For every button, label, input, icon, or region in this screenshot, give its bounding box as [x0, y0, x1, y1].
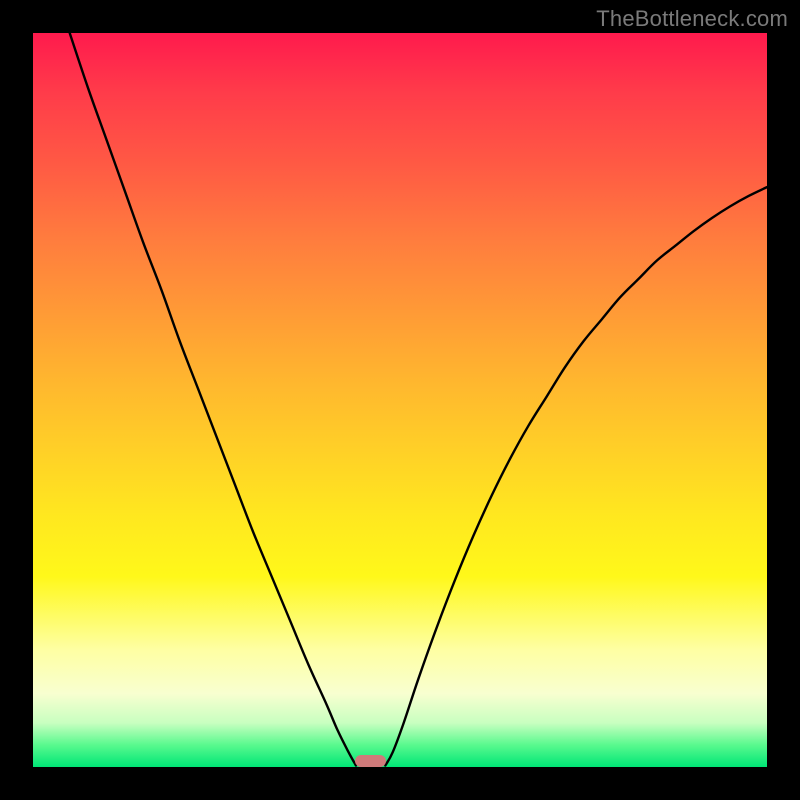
minimum-marker: [355, 755, 386, 767]
chart-frame: TheBottleneck.com: [0, 0, 800, 800]
curve-left-branch: [70, 33, 356, 766]
plot-area: [33, 33, 767, 767]
curve-right-branch: [385, 187, 767, 765]
watermark-text: TheBottleneck.com: [596, 6, 788, 32]
bottleneck-curve: [33, 33, 767, 767]
